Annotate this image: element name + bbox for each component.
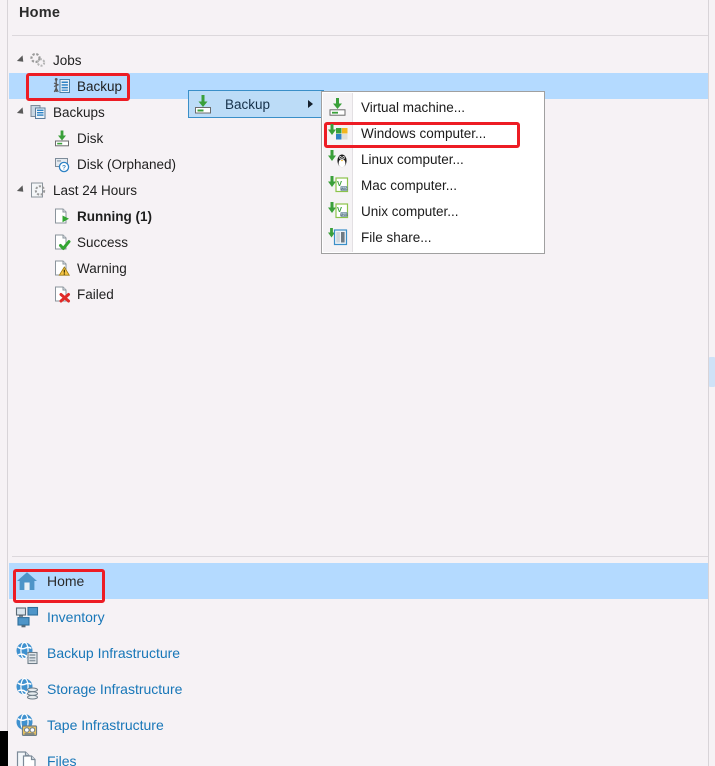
storage-infrastructure-icon (15, 677, 39, 701)
unix-computer-icon: V UNIX (327, 201, 349, 221)
title-divider (12, 35, 708, 36)
file-share-icon (327, 227, 349, 247)
context-menu-backup-parent-label: Backup (225, 96, 271, 112)
backup-job-icon (53, 77, 71, 95)
nav-item-tape-infrastructure[interactable]: Tape Infrastructure (9, 707, 708, 743)
vertical-scrollbar-thumb[interactable] (709, 357, 715, 387)
page-title: Home (19, 5, 61, 21)
tree-item-label: Last 24 Hours (53, 182, 138, 198)
nav-item-label: Files (47, 753, 77, 766)
menu-item-windows-computer[interactable]: Windows computer... (322, 120, 544, 146)
menu-item-label: Windows computer... (361, 125, 487, 141)
menu-item-label: File share... (361, 229, 432, 245)
backups-stack-icon (29, 103, 47, 121)
menu-item-label: Virtual machine... (361, 99, 466, 115)
warning-icon (53, 259, 71, 277)
main-navigation-panel: Home Inventory Backup Infrastructure Storag… (9, 563, 708, 766)
svg-text:MAC: MAC (340, 187, 348, 191)
success-icon (53, 233, 71, 251)
tree-item-jobs[interactable]: Jobs (9, 47, 708, 73)
tree-item-label: Backup (77, 78, 123, 94)
nav-item-label: Tape Infrastructure (47, 717, 164, 733)
tree-item-label: Disk (77, 130, 104, 146)
tree-item-label: Jobs (53, 52, 82, 68)
expander-triangle-icon[interactable] (13, 107, 29, 117)
home-icon (15, 569, 39, 593)
failed-icon (53, 285, 71, 303)
tree-item-label: Running (1) (77, 208, 152, 224)
menu-item-unix-computer[interactable]: V UNIX Unix computer... (322, 198, 544, 224)
menu-item-linux-computer[interactable]: Linux computer... (322, 146, 544, 172)
nav-item-label: Inventory (47, 609, 105, 625)
nav-item-files[interactable]: Files (9, 743, 708, 766)
menu-item-label: Linux computer... (361, 151, 464, 167)
backup-infrastructure-icon (15, 641, 39, 665)
tree-item-label: Failed (77, 286, 114, 302)
svg-text:UNIX: UNIX (340, 213, 349, 217)
context-menu-backup-parent[interactable]: Backup (188, 90, 324, 118)
menu-item-virtual-machine[interactable]: Virtual machine... (322, 94, 544, 120)
inventory-icon (15, 605, 39, 629)
menu-item-label: Mac computer... (361, 177, 458, 193)
veeam-console-window: Home Jobs Backup Backups Disk? Disk (Orphane… (0, 0, 715, 766)
nav-item-label: Home (47, 573, 85, 589)
running-icon (53, 207, 71, 225)
jobs-gears-icon (29, 51, 47, 69)
menu-item-file-share[interactable]: File share... (322, 224, 544, 250)
linux-computer-icon (327, 149, 349, 169)
tree-item-label: Backups (53, 104, 105, 120)
expander-triangle-icon[interactable] (13, 185, 29, 195)
chevron-right-icon (308, 100, 313, 108)
tape-infrastructure-icon (15, 713, 39, 737)
tree-item-failed[interactable]: Failed (9, 281, 708, 307)
mac-computer-icon: V MAC (327, 175, 349, 195)
tree-item-label: Success (77, 234, 129, 250)
nav-item-backup-infrastructure[interactable]: Backup Infrastructure (9, 635, 708, 671)
window-left-rail (0, 0, 8, 766)
files-icon (15, 749, 39, 766)
backup-disk-icon (193, 94, 215, 114)
virtual-machine-icon (327, 97, 349, 117)
nav-item-inventory[interactable]: Inventory (9, 599, 708, 635)
last-24-hours-icon (29, 181, 47, 199)
menu-item-mac-computer[interactable]: V MAC Mac computer... (322, 172, 544, 198)
nav-item-label: Backup Infrastructure (47, 645, 181, 661)
nav-item-label: Storage Infrastructure (47, 681, 183, 697)
tree-item-label: Disk (Orphaned) (77, 156, 177, 172)
tree-item-warning[interactable]: Warning (9, 255, 708, 281)
nav-panel-divider (12, 556, 708, 557)
backup-type-submenu: Virtual machine... Windows computer... Lin… (321, 91, 545, 254)
nav-item-storage-infrastructure[interactable]: Storage Infrastructure (9, 671, 708, 707)
disk-icon (53, 129, 71, 147)
nav-item-home[interactable]: Home (9, 563, 708, 599)
window-left-rail-dark-segment (0, 731, 8, 766)
windows-computer-icon (327, 123, 349, 143)
svg-text:?: ? (62, 165, 66, 172)
menu-item-label: Unix computer... (361, 203, 459, 219)
tree-item-label: Warning (77, 260, 127, 276)
disk-orphaned-icon: ? (53, 155, 71, 173)
expander-triangle-icon[interactable] (13, 55, 29, 65)
